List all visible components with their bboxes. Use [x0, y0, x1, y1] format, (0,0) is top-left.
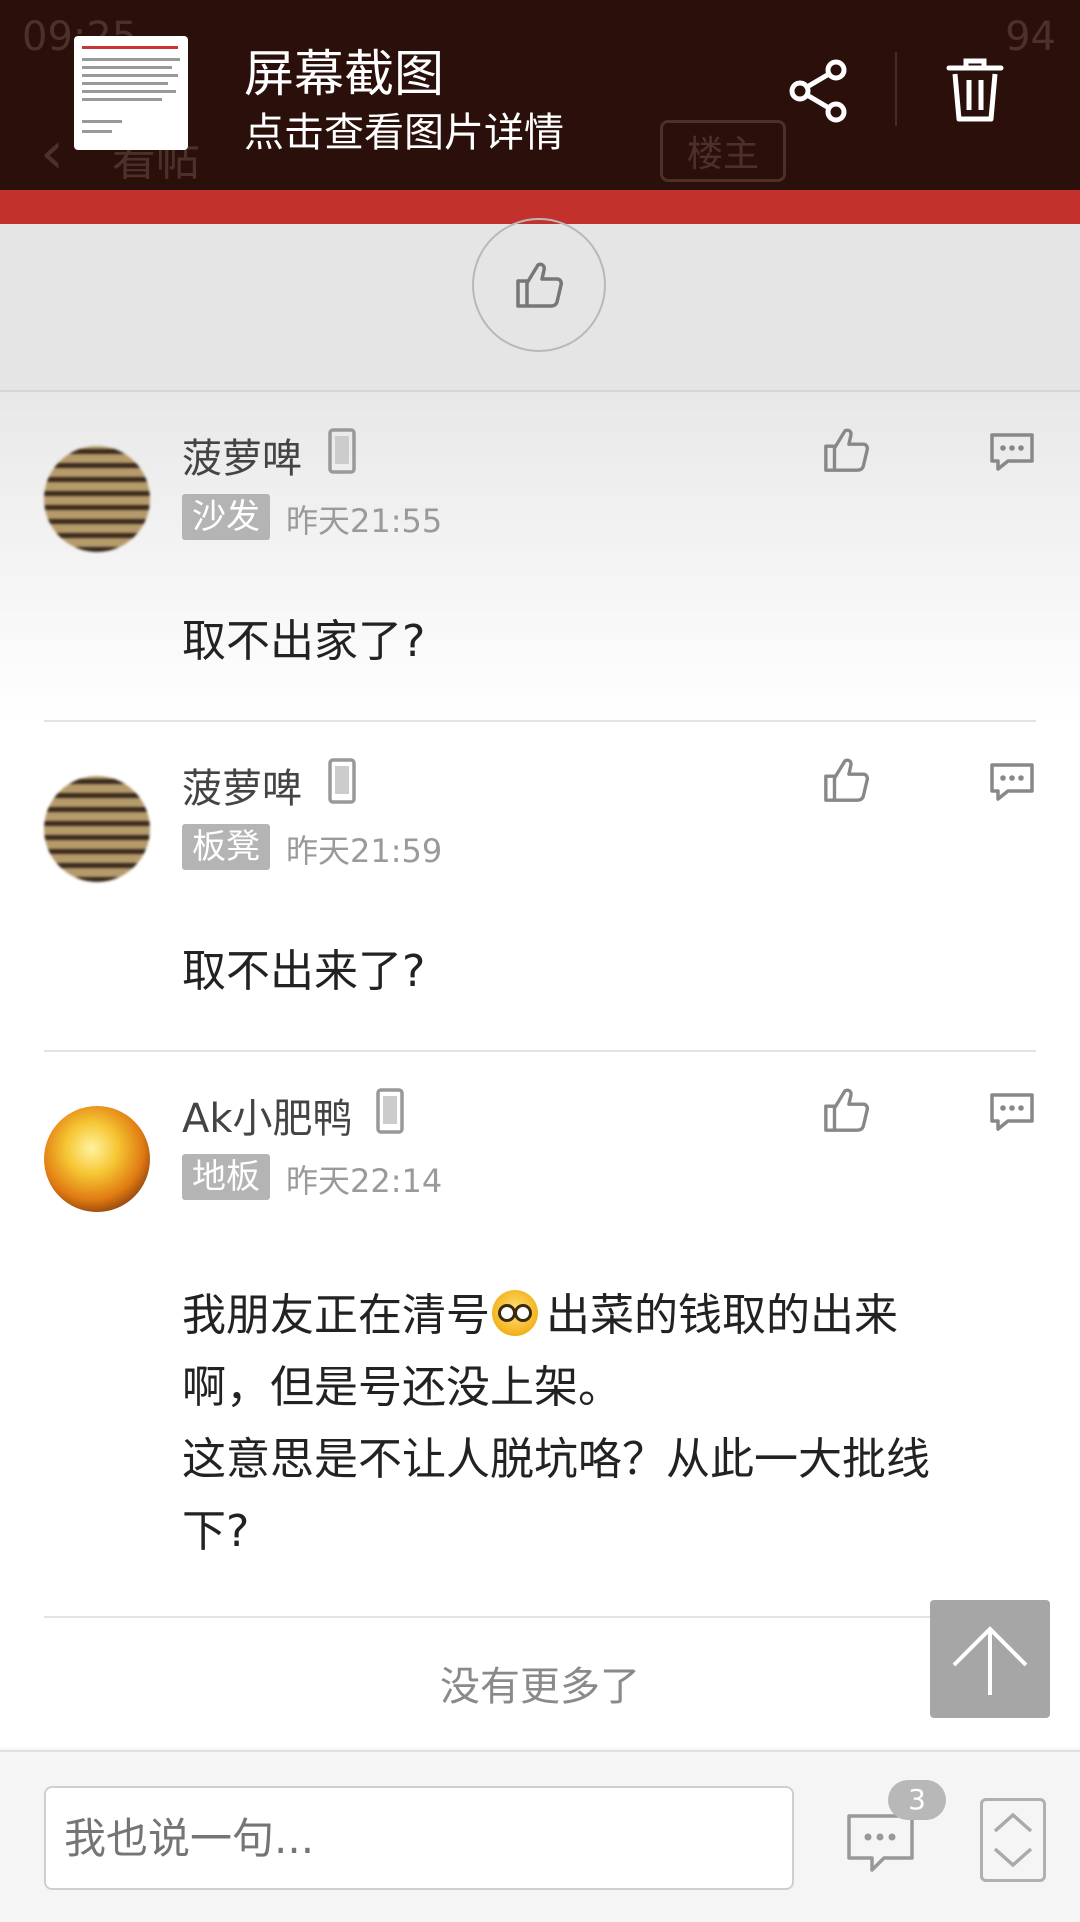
back-to-top-button[interactable]	[930, 1600, 1050, 1718]
post-like-button[interactable]	[472, 218, 606, 352]
comment-username[interactable]: 菠萝啤	[182, 756, 302, 814]
trash-icon[interactable]	[946, 56, 1004, 124]
notification-title: 屏幕截图	[244, 45, 444, 103]
chevron-up-down-icon	[993, 1812, 1033, 1868]
separator	[895, 52, 897, 126]
thumbs-up-icon	[516, 262, 563, 308]
comment-count-badge: 3	[888, 1780, 946, 1820]
floor-badge: 板凳	[182, 824, 270, 870]
phone-icon	[328, 758, 356, 804]
share-icon[interactable]	[788, 58, 850, 124]
avatar[interactable]	[44, 1106, 150, 1212]
thumbs-up-icon[interactable]	[822, 756, 870, 804]
dazed-face-icon	[492, 1290, 538, 1336]
reply-icon[interactable]	[988, 762, 1036, 802]
bottom-bar: 3	[0, 1750, 1080, 1922]
floor-badge: 沙发	[182, 494, 270, 540]
reply-icon[interactable]	[988, 1092, 1036, 1132]
comment-username[interactable]: 菠萝啤	[182, 426, 302, 484]
screenshot-notification[interactable]: 09:25 94 ‹ 看帖 楼主 屏幕截图 点击查看图片详情	[0, 0, 1080, 190]
notification-subtitle: 点击查看图片详情	[244, 110, 564, 156]
battery-level: 94	[1005, 14, 1056, 60]
owner-only-button: 楼主	[660, 120, 786, 182]
back-icon: ‹	[40, 118, 64, 188]
comment-list: 菠萝啤 沙发 昨天21:55 取不出家了? 菠萝啤 板凳 昨天21:59 取不出…	[0, 392, 1080, 1618]
comment-item: 菠萝啤 沙发 昨天21:55 取不出家了?	[0, 392, 1080, 722]
reply-input[interactable]	[44, 1786, 794, 1890]
reply-icon[interactable]	[988, 432, 1036, 472]
screenshot-thumbnail[interactable]	[74, 36, 188, 150]
comment-item: 菠萝啤 板凳 昨天21:59 取不出来了?	[0, 722, 1080, 1052]
post-like-area	[0, 218, 1080, 392]
comment-username[interactable]: Ak小肥鸭	[182, 1086, 353, 1144]
thumbs-up-icon[interactable]	[822, 426, 870, 474]
comment-time: 昨天22:14	[286, 1162, 443, 1200]
phone-icon	[328, 428, 356, 474]
arrow-up-icon	[952, 1626, 1028, 1695]
comment-item: Ak小肥鸭 地板 昨天22:14 我朋友正在清号 出菜的钱取的出来 啊，但是号还没…	[0, 1052, 1080, 1618]
comment-time: 昨天21:59	[286, 832, 443, 870]
phone-icon	[376, 1088, 404, 1134]
floor-badge: 地板	[182, 1154, 270, 1200]
comment-text-part: 我朋友正在清号	[182, 1290, 490, 1341]
comment-text: 取不出家了?	[182, 616, 426, 667]
no-more-label: 没有更多了	[0, 1618, 1080, 1748]
avatar[interactable]	[44, 446, 150, 552]
avatar[interactable]	[44, 776, 150, 882]
comment-text: 我朋友正在清号 出菜的钱取的出来 啊，但是号还没上架。 这意思是不让人脱坑咯？从此…	[182, 1280, 1012, 1568]
comment-text: 取不出来了?	[182, 946, 426, 997]
comment-time: 昨天21:55	[286, 502, 443, 540]
page-jump-button[interactable]	[980, 1798, 1046, 1882]
thumbs-up-icon[interactable]	[822, 1086, 870, 1134]
